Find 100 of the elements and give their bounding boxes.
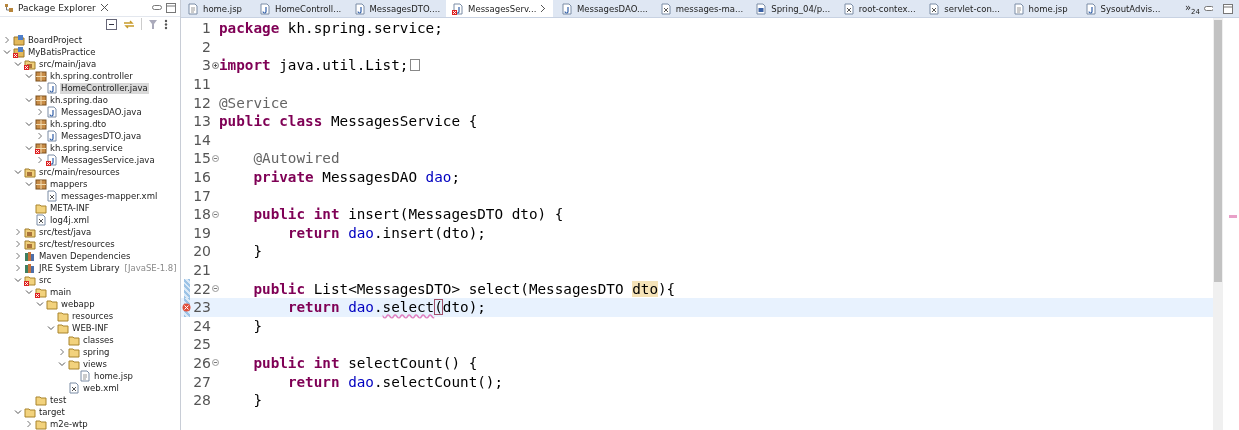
chevron-down-icon[interactable]	[25, 288, 33, 296]
code-line: package kh.spring.service;	[219, 20, 443, 37]
chevron-right-icon[interactable]	[36, 132, 44, 140]
chevron-right-icon[interactable]	[36, 108, 44, 116]
line-number: 1	[201, 20, 211, 37]
line-number: 23	[192, 299, 211, 316]
chevron-down-icon[interactable]	[58, 360, 66, 368]
tree-item[interactable]: webapp	[60, 298, 96, 310]
maximize-icon[interactable]	[1223, 3, 1233, 14]
minimize-icon[interactable]	[152, 5, 162, 11]
editor-tab[interactable]: Spring_04/p...	[749, 0, 835, 17]
tree-item[interactable]: m2e-wtp	[49, 418, 89, 430]
chevron-down-icon[interactable]	[25, 144, 33, 152]
tree-item[interactable]: web.xml	[82, 382, 120, 394]
code-line: return dao.selectCount();	[287, 373, 504, 390]
line-number: 15	[192, 150, 211, 167]
chevron-down-icon[interactable]	[14, 168, 22, 176]
chevron-right-icon[interactable]	[36, 84, 44, 92]
code-line: }	[253, 317, 263, 334]
fold-minus-icon[interactable]	[211, 285, 219, 293]
chevron-right-icon[interactable]	[14, 252, 22, 260]
chevron-right-icon[interactable]	[3, 36, 11, 44]
tree-item[interactable]: classes	[82, 334, 115, 346]
tree-item[interactable]: kh.spring.dao	[49, 94, 109, 106]
editor-tab[interactable]: HomeControll...	[253, 0, 346, 17]
tree-item[interactable]: MessagesDAO.java	[60, 106, 143, 118]
chevron-right-icon[interactable]	[14, 228, 22, 236]
editor-tab[interactable]: home.jsp	[181, 0, 251, 17]
fold-plus-icon[interactable]	[211, 62, 219, 69]
chevron-down-icon[interactable]	[14, 408, 22, 416]
tree-item[interactable]: src/test/resources	[38, 238, 116, 250]
tree-item[interactable]: HomeController.java	[60, 82, 149, 94]
tree-item[interactable]: target	[38, 406, 66, 418]
tree-item[interactable]: src/test/java	[38, 226, 93, 238]
chevron-down-icon[interactable]	[25, 180, 33, 188]
line-number: 22	[192, 280, 211, 297]
tree-item[interactable]: spring	[82, 346, 111, 358]
tree-item[interactable]: mappers	[49, 178, 89, 190]
tree-item[interactable]: kh.spring.controller	[49, 70, 134, 82]
chevron-down-icon[interactable]	[14, 60, 22, 68]
collapse-all-icon[interactable]	[106, 19, 117, 30]
chevron-right-icon[interactable]	[25, 420, 33, 428]
fold-minus-icon[interactable]	[211, 210, 219, 218]
chevron-down-icon[interactable]	[47, 324, 55, 332]
line-number: 27	[192, 373, 211, 390]
tree-item[interactable]: MyBatisPractice	[27, 46, 97, 58]
tree-item[interactable]: BoardProject	[27, 34, 84, 46]
tree-item[interactable]: Maven Dependencies	[38, 250, 132, 262]
tree-item[interactable]: kh.spring.dto	[49, 118, 108, 130]
tree-item[interactable]: log4j.xml	[49, 214, 91, 226]
link-arrows-icon[interactable]	[123, 19, 135, 30]
line-number: 17	[192, 187, 211, 204]
chevron-down-icon[interactable]	[36, 300, 44, 308]
tree-item[interactable]: main	[49, 286, 73, 298]
editor-tab[interactable]: SysoutAdvis...	[1078, 0, 1165, 17]
editor-tab[interactable]: MessagesDAO....	[554, 0, 652, 17]
folded-code-box-icon[interactable]	[410, 59, 421, 72]
view-menu-icon[interactable]	[164, 19, 168, 30]
chevron-down-icon[interactable]	[25, 96, 33, 104]
editor-tab[interactable]: servlet-con...	[922, 0, 1005, 17]
tree-item[interactable]: src/main/java	[38, 58, 98, 70]
scrollbar-thumb[interactable]	[1214, 20, 1222, 282]
editor-tab[interactable]: MessagesDTO....	[347, 0, 445, 17]
editor-tab[interactable]: MessagesServ...	[446, 0, 553, 17]
tree-item[interactable]: JRE System Library	[38, 262, 121, 274]
editor-tab[interactable]: messages-ma...	[653, 0, 748, 17]
tree-item[interactable]: test	[49, 394, 68, 406]
code-line: @Service	[219, 94, 288, 111]
fold-minus-icon[interactable]	[211, 359, 219, 367]
filter-icon[interactable]	[148, 19, 158, 30]
tree-item[interactable]: META-INF	[49, 202, 91, 214]
editor-tab[interactable]: root-contex...	[836, 0, 921, 17]
chevron-down-icon[interactable]	[14, 276, 22, 284]
tree-item[interactable]: MessagesService.java	[60, 154, 156, 166]
maximize-icon[interactable]	[166, 3, 176, 13]
tree-item[interactable]: kh.spring.service	[49, 142, 124, 154]
more-tabs-button[interactable]: »$_{24}$	[1184, 1, 1200, 16]
tree-item[interactable]: messages-mapper.xml	[60, 190, 159, 202]
chevron-right-icon[interactable]	[58, 348, 66, 356]
tree-item[interactable]: WEB-INF	[71, 322, 110, 334]
chevron-down-icon[interactable]	[25, 72, 33, 80]
code-line: @Autowired	[253, 150, 340, 167]
line-number: 19	[192, 224, 211, 241]
chevron-down-icon[interactable]	[25, 120, 33, 128]
chevron-down-icon[interactable]	[3, 48, 11, 56]
tree-item[interactable]: MessagesDTO.java	[60, 130, 143, 142]
tree-item[interactable]: resources	[71, 310, 115, 322]
code-line: }	[253, 392, 263, 409]
tree-item[interactable]: home.jsp	[93, 370, 134, 382]
line-number: 13	[192, 113, 211, 130]
tree-item[interactable]: views	[82, 358, 108, 370]
chevron-right-icon[interactable]	[14, 264, 22, 272]
chevron-right-icon[interactable]	[14, 240, 22, 248]
view-title[interactable]: Package Explorer	[18, 3, 96, 13]
tree-item[interactable]: src/main/resources	[38, 166, 121, 178]
tree-item[interactable]: src	[38, 274, 53, 286]
chevron-right-icon[interactable]	[36, 156, 44, 164]
editor-tab[interactable]: home.jsp	[1006, 0, 1077, 17]
fold-minus-icon[interactable]	[211, 154, 219, 162]
minimize-icon[interactable]	[1203, 5, 1214, 12]
